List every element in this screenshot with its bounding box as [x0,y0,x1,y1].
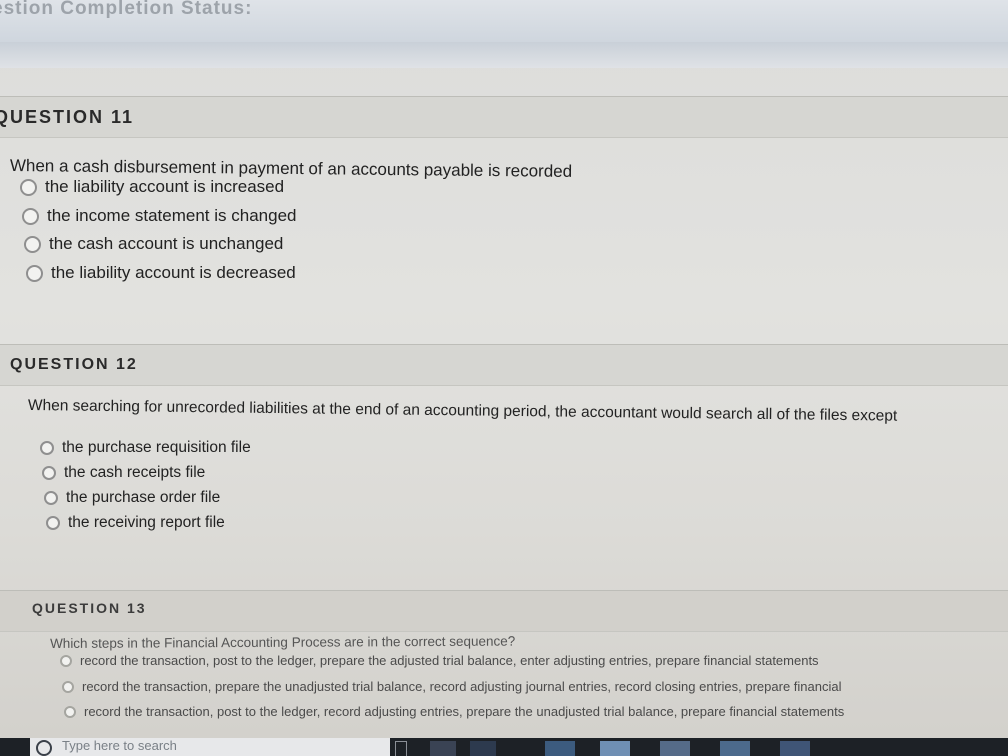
taskbar-search-input[interactable]: Type here to search [62,738,177,753]
taskbar-app-icon[interactable] [660,741,690,756]
taskbar-app-icon[interactable] [470,741,496,756]
radio-button[interactable] [44,491,58,505]
question-11-title: QUESTION 11 [0,107,135,127]
question-13-option-1[interactable]: record the transaction, post to the ledg… [60,653,819,668]
question-13-option-3[interactable]: record the transaction, post to the ledg… [64,704,844,719]
question-12-option-3[interactable]: the purchase order file [44,489,220,507]
question-12-prompt: When searching for unrecorded liabilitie… [27,397,898,425]
question-12-option-2[interactable]: the cash receipts file [42,464,205,482]
question-11-option-4[interactable]: the liability account is decreased [26,263,296,283]
radio-button[interactable] [64,705,76,718]
question-11-header [0,96,1008,138]
question-11-option-3[interactable]: the cash account is unchanged [24,234,283,254]
completion-status-strip [0,42,1008,68]
taskbar-app-icon[interactable] [430,741,456,756]
question-11-option-1[interactable]: the liability account is increased [20,177,284,197]
question-12-option-4[interactable]: the receiving report file [46,514,225,532]
question-12-option-1[interactable]: the purchase requisition file [40,439,251,457]
search-circle-icon[interactable] [36,740,52,756]
question-13-prompt: Which steps in the Financial Accounting … [50,633,516,651]
completion-status-title: estion Completion Status: [0,0,253,19]
taskbar-app-icon[interactable] [780,741,810,756]
radio-button[interactable] [62,680,74,693]
radio-button[interactable] [42,466,56,480]
completion-status-bar: estion Completion Status: [0,0,1008,43]
question-12-title: QUESTION 12 [10,356,138,373]
radio-button[interactable] [22,207,39,225]
question-13-title: QUESTION 13 [32,600,147,616]
radio-button[interactable] [46,516,60,530]
question-12-header [0,344,1008,386]
taskbar-app-icon[interactable] [720,741,750,756]
radio-button[interactable] [26,264,43,282]
question-11-option-2[interactable]: the income statement is changed [22,206,296,226]
question-13-header [0,590,1008,632]
radio-button[interactable] [60,654,72,667]
taskbar-app-icon[interactable] [545,741,575,756]
radio-button[interactable] [20,178,37,196]
radio-button[interactable] [24,235,41,253]
task-view-icon[interactable] [395,741,407,756]
radio-button[interactable] [40,441,54,455]
quiz-page: estion Completion Status: QUESTION 11 Wh… [0,0,1008,756]
question-13-option-2[interactable]: record the transaction, prepare the unad… [62,679,842,694]
taskbar-app-icon[interactable] [600,741,630,756]
